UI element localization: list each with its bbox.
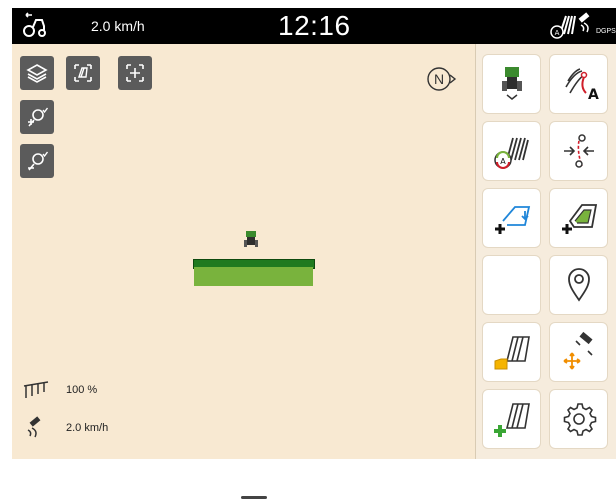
new-field-icon — [493, 403, 530, 437]
svg-text:A: A — [555, 29, 560, 37]
zoom-in-icon[interactable] — [20, 100, 54, 134]
speed-display: 2.0 km/h — [91, 18, 145, 34]
settings-gear-icon — [563, 403, 596, 436]
svg-text:A: A — [588, 87, 599, 103]
compass-label: N — [434, 71, 445, 87]
function-panel: A A — [475, 44, 616, 459]
add-field-boundary-icon — [494, 206, 530, 234]
track-line-button[interactable]: A — [550, 55, 607, 113]
map-view[interactable]: N 100 % 2.0 km/h — [12, 44, 475, 499]
move-gps-button[interactable] — [550, 323, 607, 381]
open-field-button[interactable] — [483, 323, 540, 381]
section-control-icon[interactable]: A — [548, 12, 578, 45]
move-gps-icon — [563, 331, 593, 370]
location-pin-button[interactable] — [550, 256, 607, 314]
svg-text:A: A — [500, 157, 506, 166]
gps-mode-label: DGPS — [596, 28, 616, 35]
new-field-button[interactable] — [483, 390, 540, 448]
add-headland-button[interactable] — [550, 189, 607, 247]
center-view-icon[interactable] — [118, 56, 152, 90]
tractor-icon — [22, 11, 50, 44]
settings-button[interactable] — [550, 390, 607, 448]
vehicle-settings-button[interactable] — [483, 55, 540, 113]
add-headland-icon — [561, 204, 597, 234]
clock: 12:16 — [278, 10, 351, 41]
application-rate-icon — [22, 378, 50, 405]
empty-slot-button[interactable] — [483, 256, 540, 314]
gps-speed: 2.0 km/h — [66, 422, 109, 434]
worked-area — [194, 267, 313, 286]
add-field-boundary-button[interactable] — [483, 189, 540, 247]
track-shift-button[interactable] — [550, 122, 607, 180]
status-bar: 2.0 km/h 12:16 A DGPS — [12, 8, 616, 44]
section-control-button[interactable]: A — [483, 122, 540, 180]
section-control-auto-icon: A — [493, 137, 529, 169]
application-rate: 100 % — [66, 384, 98, 396]
zoom-out-icon[interactable] — [20, 144, 54, 178]
gps-speed-icon — [24, 416, 50, 443]
location-pin-icon — [567, 268, 590, 302]
track-line-a-icon: A — [564, 68, 599, 103]
track-shift-icon — [563, 134, 594, 168]
open-field-icon — [494, 336, 530, 370]
field-view-icon[interactable] — [66, 56, 100, 90]
layers-icon[interactable] — [20, 56, 54, 90]
tractor-marker — [244, 231, 258, 254]
compass[interactable]: N — [424, 64, 458, 94]
vehicle-settings-icon — [501, 67, 522, 100]
